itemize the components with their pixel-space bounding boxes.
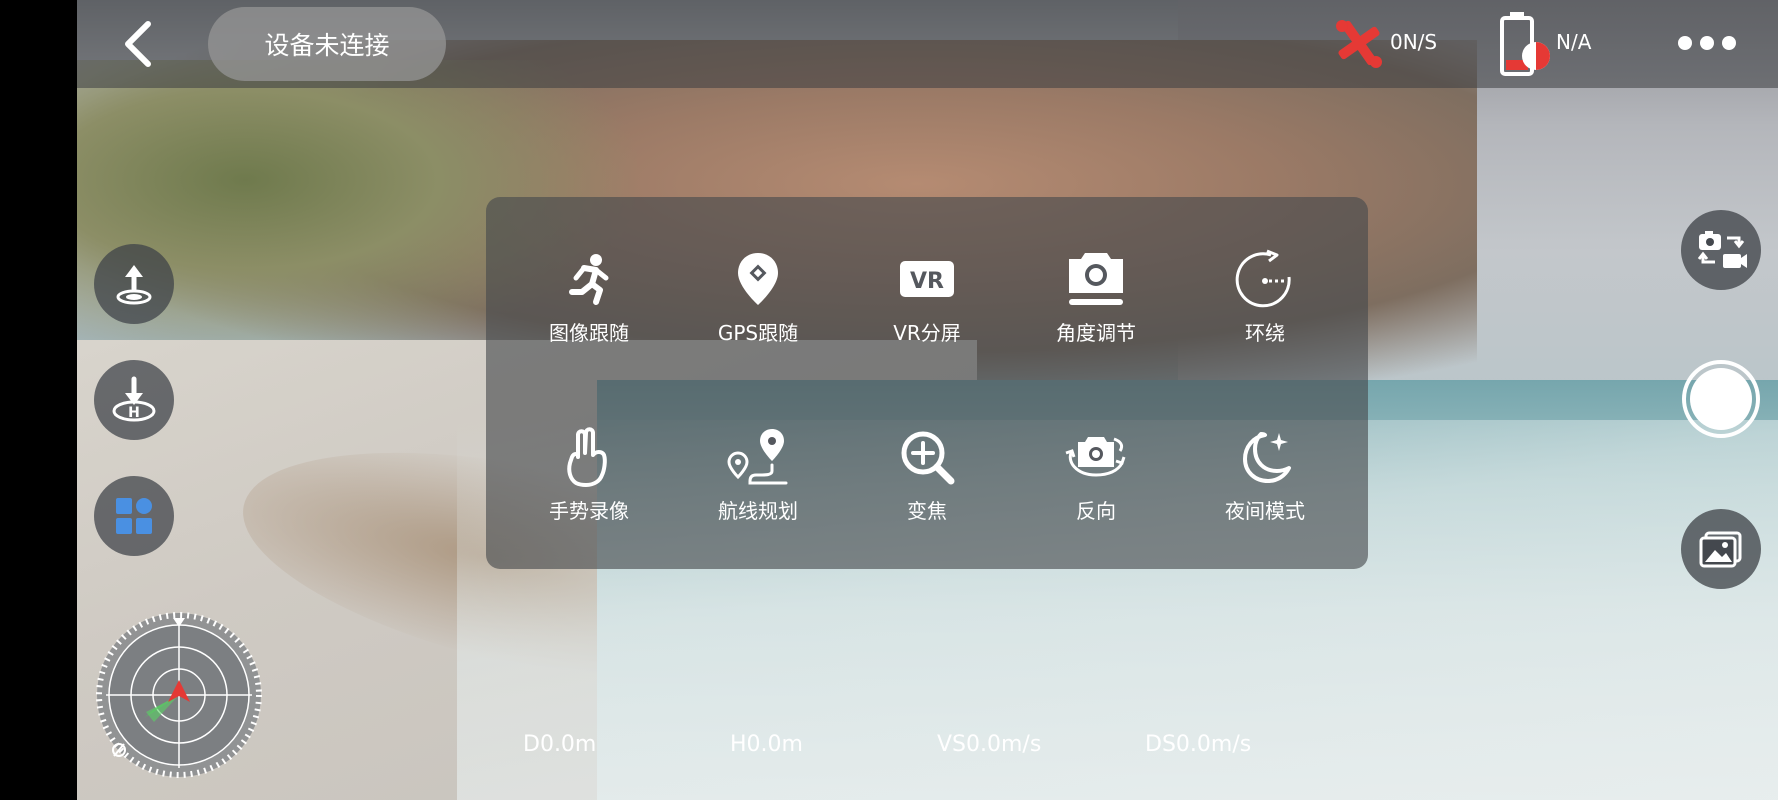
distance-readout: D0.0m <box>523 732 597 757</box>
camera-video-switch-icon <box>1697 231 1747 268</box>
orbit-icon <box>1235 249 1291 308</box>
svg-text:VR: VR <box>910 269 944 294</box>
camera-angle-icon <box>1069 253 1123 305</box>
svg-text:H: H <box>128 405 140 421</box>
menu-item-label: 变焦 <box>907 499 947 523</box>
dot-icon <box>1700 36 1714 50</box>
gallery-icon <box>1699 531 1742 568</box>
menu-item-label: 反向 <box>1076 499 1116 523</box>
menu-item-label: VR分屏 <box>893 321 961 345</box>
land-home-icon: H <box>112 376 156 422</box>
switch-photo-video-button[interactable] <box>1681 210 1761 290</box>
reverse-camera-icon <box>1065 437 1126 477</box>
menu-item-orbit[interactable]: 环绕 <box>1200 247 1330 367</box>
shutter-inner <box>1690 368 1752 430</box>
shutter-button[interactable] <box>1682 360 1760 438</box>
battery-icon[interactable] <box>1498 10 1560 78</box>
menu-item-reverse[interactable]: 反向 <box>1031 425 1161 545</box>
dot-icon <box>1678 36 1692 50</box>
menu-item-night-mode[interactable]: 夜间模式 <box>1200 425 1330 545</box>
left-black-bar <box>0 0 77 800</box>
dot-icon <box>1722 36 1736 50</box>
gesture-hand-icon <box>567 427 607 487</box>
menu-item-label: 环绕 <box>1245 321 1285 345</box>
takeoff-icon <box>116 265 152 305</box>
menu-item-label: 图像跟随 <box>549 321 629 345</box>
zoom-in-icon <box>901 431 955 485</box>
menu-item-label: 手势录像 <box>549 499 629 523</box>
menu-item-label: 夜间模式 <box>1225 499 1305 523</box>
takeoff-button[interactable] <box>94 244 174 324</box>
running-person-icon <box>569 254 609 305</box>
menu-item-vr-split[interactable]: VR VR分屏 <box>862 247 992 367</box>
feature-menu-panel: 图像跟随 GPS跟随 VR VR分屏 角度调节 环绕 手势录像 航线规划 变焦 … <box>486 197 1368 569</box>
compass-radar[interactable] <box>94 610 264 780</box>
no-signal-drone-icon[interactable] <box>1328 12 1390 74</box>
connection-status-text: 设备未连接 <box>264 31 390 60</box>
menu-item-zoom[interactable]: 变焦 <box>862 425 992 545</box>
height-readout: H0.0m <box>730 732 803 757</box>
menu-item-angle-adjust[interactable]: 角度调节 <box>1031 247 1161 367</box>
more-options-button[interactable] <box>1678 28 1738 58</box>
night-mode-icon <box>1243 432 1291 483</box>
menu-item-gesture-record[interactable]: 手势录像 <box>524 425 654 545</box>
connection-status-badge[interactable]: 设备未连接 <box>208 7 446 81</box>
menu-item-label: GPS跟随 <box>717 321 799 345</box>
menu-item-gps-follow[interactable]: GPS跟随 <box>693 247 823 367</box>
menu-item-route-plan[interactable]: 航线规划 <box>693 425 823 545</box>
chevron-left-icon <box>125 21 151 67</box>
apps-grid-icon <box>116 498 152 534</box>
signal-strength-text: 0N/S <box>1390 30 1438 54</box>
return-home-button[interactable]: H <box>94 360 174 440</box>
back-button[interactable] <box>118 16 158 72</box>
menu-item-image-follow[interactable]: 图像跟随 <box>524 247 654 367</box>
route-plan-icon <box>727 429 788 485</box>
location-pin-icon <box>738 253 778 305</box>
battery-status-text: N/A <box>1556 30 1592 54</box>
apps-button[interactable] <box>94 476 174 556</box>
gallery-button[interactable] <box>1681 509 1761 589</box>
menu-item-label: 角度调节 <box>1056 321 1136 345</box>
vertical-speed-readout: VS0.0m/s <box>937 732 1042 757</box>
vr-icon: VR <box>900 261 954 297</box>
menu-item-label: 航线规划 <box>718 499 798 523</box>
horizontal-speed-readout: DS0.0m/s <box>1145 732 1252 757</box>
